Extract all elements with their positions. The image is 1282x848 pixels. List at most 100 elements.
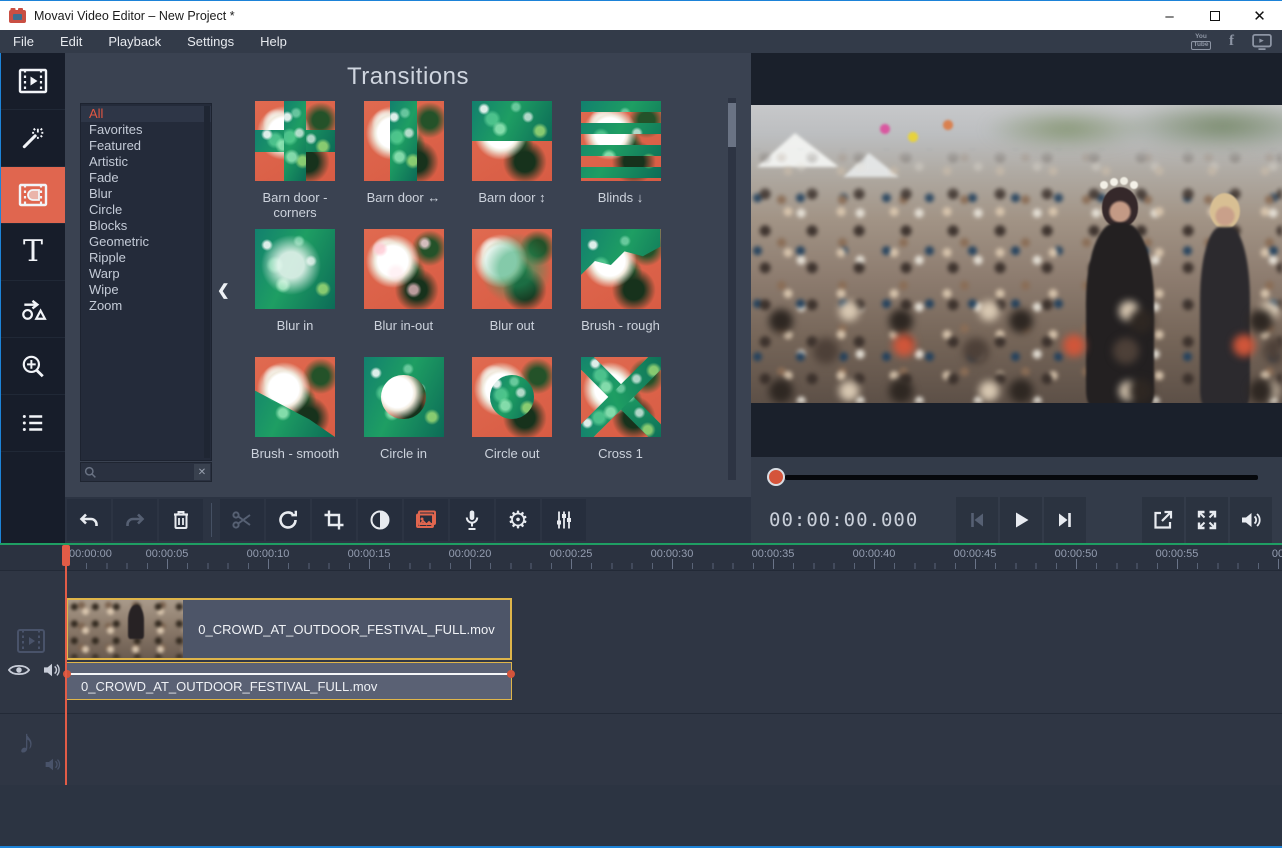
transition-item[interactable]: Brush - rough <box>567 229 675 333</box>
playhead[interactable] <box>65 545 67 785</box>
volume-line[interactable] <box>67 673 511 675</box>
transition-item[interactable]: Barn door - corners <box>241 101 349 220</box>
minimize-button[interactable]: – <box>1147 1 1192 31</box>
ruler-label: 00:00:00 <box>69 548 112 560</box>
transition-thumbnail[interactable] <box>255 229 335 309</box>
sidebar-item-titles[interactable]: T <box>1 224 65 281</box>
play-button[interactable] <box>1000 497 1042 543</box>
transition-item[interactable]: Blur in <box>241 229 349 333</box>
seek-knob[interactable] <box>767 468 785 486</box>
previous-frame-button[interactable] <box>956 497 998 543</box>
clip-properties-button[interactable]: ⚙ <box>496 499 540 541</box>
sidebar-item-transitions[interactable] <box>1 167 65 224</box>
playback-controls: 00:00:00.000 <box>751 497 1282 543</box>
close-button[interactable]: ✕ <box>1237 1 1282 31</box>
color-adjustments-button[interactable] <box>358 499 402 541</box>
transition-thumbnail[interactable] <box>255 357 335 437</box>
next-frame-button[interactable] <box>1044 497 1086 543</box>
category-artistic[interactable]: Artistic <box>81 154 211 170</box>
category-circle[interactable]: Circle <box>81 202 211 218</box>
redo-button[interactable] <box>113 499 157 541</box>
sidebar-item-callouts[interactable] <box>1 281 65 338</box>
transition-thumbnail[interactable] <box>472 229 552 309</box>
speaker-icon[interactable] <box>44 757 62 772</box>
menu-edit[interactable]: Edit <box>47 30 95 53</box>
category-wipe[interactable]: Wipe <box>81 282 211 298</box>
category-fade[interactable]: Fade <box>81 170 211 186</box>
menu-help[interactable]: Help <box>247 30 300 53</box>
ruler-label: 00:00:45 <box>954 548 997 560</box>
delete-button[interactable] <box>159 499 203 541</box>
video-clip[interactable]: 0_CROWD_AT_OUTDOOR_FESTIVAL_FULL.mov <box>66 598 512 660</box>
category-scrollbar[interactable] <box>204 106 210 458</box>
transition-item[interactable]: Blur in-out <box>350 229 458 333</box>
category-blur[interactable]: Blur <box>81 186 211 202</box>
category-geometric[interactable]: Geometric <box>81 234 211 250</box>
fullscreen-button[interactable] <box>1186 497 1228 543</box>
timeline: 00:00:0000:00:0500:00:1000:00:1500:00:20… <box>0 545 1282 785</box>
speaker-icon[interactable] <box>42 662 62 678</box>
search-clear-icon[interactable]: ✕ <box>194 464 210 480</box>
volume-point[interactable] <box>507 670 515 678</box>
audio-clip-name: 0_CROWD_AT_OUTDOOR_FESTIVAL_FULL.mov <box>81 679 377 694</box>
facebook-icon[interactable]: f <box>1229 33 1234 50</box>
menu-settings[interactable]: Settings <box>174 30 247 53</box>
menu-file[interactable]: File <box>0 30 47 53</box>
transition-thumbnail[interactable] <box>472 357 552 437</box>
sidebar-item-more-tools[interactable] <box>1 395 65 452</box>
transition-item[interactable]: Barn door ↕ <box>458 101 566 205</box>
category-list: AllFavoritesFeaturedArtisticFadeBlurCirc… <box>80 103 212 461</box>
transition-label: Brush - rough <box>567 318 675 333</box>
category-zoom[interactable]: Zoom <box>81 298 211 314</box>
category-warp[interactable]: Warp <box>81 266 211 282</box>
category-featured[interactable]: Featured <box>81 138 211 154</box>
sidebar-item-import[interactable] <box>1 53 65 110</box>
category-favorites[interactable]: Favorites <box>81 122 211 138</box>
transition-thumbnail[interactable] <box>364 357 444 437</box>
transition-thumbnail[interactable] <box>364 101 444 181</box>
split-button[interactable] <box>220 499 264 541</box>
transition-item[interactable]: Brush - smooth <box>241 357 349 461</box>
record-audio-button[interactable] <box>450 499 494 541</box>
category-ripple[interactable]: Ripple <box>81 250 211 266</box>
transition-item[interactable]: Circle in <box>350 357 458 461</box>
ruler-label: 00:00:05 <box>146 548 189 560</box>
unpin-player-button[interactable] <box>1142 497 1184 543</box>
rotate-button[interactable] <box>266 499 310 541</box>
eye-icon[interactable] <box>8 662 30 678</box>
chevron-left-icon[interactable]: ❮ <box>217 281 230 299</box>
maximize-button[interactable] <box>1192 1 1237 31</box>
audio-levels-button[interactable] <box>542 499 586 541</box>
category-blocks[interactable]: Blocks <box>81 218 211 234</box>
crop-button[interactable] <box>312 499 356 541</box>
transition-label: Brush - smooth <box>241 446 349 461</box>
youtube-icon[interactable]: YouTube <box>1191 34 1211 50</box>
transition-thumbnail[interactable] <box>255 101 335 181</box>
menu-playback[interactable]: Playback <box>95 30 174 53</box>
transition-item[interactable]: Cross 1 <box>567 357 675 461</box>
seek-bar[interactable] <box>785 475 1258 480</box>
transition-wizard-button[interactable] <box>404 499 448 541</box>
transition-thumbnail[interactable] <box>581 357 661 437</box>
transition-label: Circle out <box>458 446 566 461</box>
category-all[interactable]: All <box>81 106 211 122</box>
transition-item[interactable]: Blinds ↓ <box>567 101 675 205</box>
sidebar-item-filters[interactable] <box>1 110 65 167</box>
transition-label: Barn door - corners <box>241 190 349 220</box>
audio-clip[interactable]: 0_CROWD_AT_OUTDOOR_FESTIVAL_FULL.mov <box>66 662 512 700</box>
transition-item[interactable]: Barn door ↔ <box>350 101 458 205</box>
transition-item[interactable]: Blur out <box>458 229 566 333</box>
volume-button[interactable] <box>1230 497 1272 543</box>
undo-button[interactable] <box>67 499 111 541</box>
search-input[interactable]: ✕ <box>80 462 212 482</box>
transition-item[interactable]: Circle out <box>458 357 566 461</box>
transition-thumbnail[interactable] <box>581 229 661 309</box>
grid-scrollbar[interactable] <box>728 98 736 480</box>
app-logo-icon <box>9 8 26 23</box>
transition-thumbnail[interactable] <box>364 229 444 309</box>
timeline-ruler[interactable]: 00:00:0000:00:0500:00:1000:00:1500:00:20… <box>0 545 1282 571</box>
screen-capture-icon[interactable] <box>1252 34 1272 50</box>
sidebar-item-pan-zoom[interactable] <box>1 338 65 395</box>
transition-thumbnail[interactable] <box>472 101 552 181</box>
transition-thumbnail[interactable] <box>581 101 661 181</box>
